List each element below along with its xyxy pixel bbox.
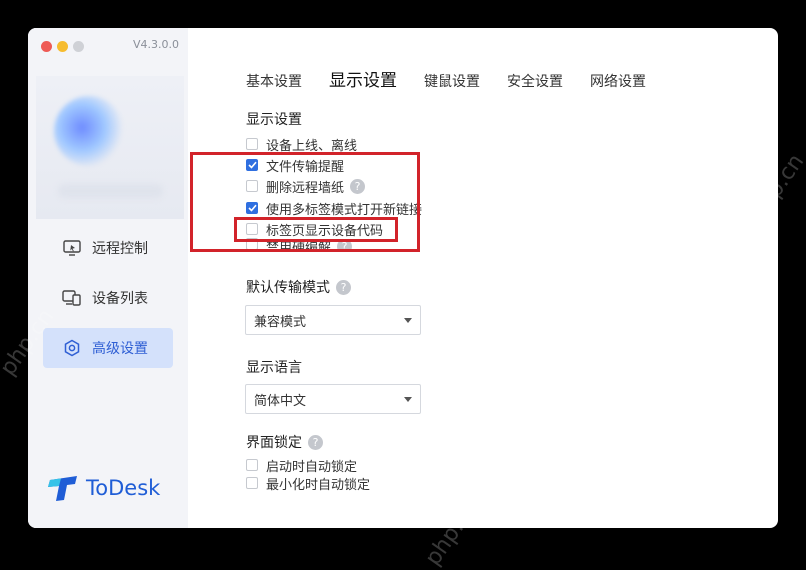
chevron-down-icon bbox=[404, 317, 412, 323]
settings-content: 基本设置 显示设置 键鼠设置 安全设置 网络设置 显示设置 设备上线、离线 文件… bbox=[188, 28, 778, 528]
zoom-window-button[interactable] bbox=[73, 41, 84, 52]
option-label: 使用多标签模式打开新链接 bbox=[266, 202, 423, 218]
tab-basic[interactable]: 基本设置 bbox=[246, 71, 302, 91]
language-value: 简体中文 bbox=[254, 393, 307, 409]
ui-lock-title: 界面锁定 bbox=[246, 435, 302, 451]
check-icon bbox=[247, 161, 257, 169]
chevron-down-icon bbox=[404, 396, 412, 402]
sidebar-item-remote-control[interactable]: 远程控制 bbox=[43, 228, 173, 268]
transfer-mode-value: 兼容模式 bbox=[254, 314, 307, 330]
checkbox-checked[interactable] bbox=[246, 159, 258, 171]
help-icon[interactable]: ? bbox=[336, 279, 351, 295]
avatar bbox=[54, 96, 124, 166]
checkbox[interactable] bbox=[246, 238, 258, 250]
option-label: 设备上线、离线 bbox=[266, 138, 358, 154]
sidebar-item-label: 高级设置 bbox=[92, 341, 148, 357]
sidebar: V4.3.0.0 远程控制 设备列表 高级设置 ToDesk bbox=[28, 28, 188, 528]
todesk-logo: ToDesk bbox=[47, 474, 160, 502]
account-panel[interactable] bbox=[36, 76, 184, 219]
option-remove-remote-wallpaper[interactable]: 删除远程墙纸 ? bbox=[246, 177, 366, 196]
logo-text: ToDesk bbox=[86, 476, 161, 500]
minimize-window-button[interactable] bbox=[57, 41, 68, 52]
help-icon[interactable]: ? bbox=[308, 434, 323, 450]
tab-keyboard-mouse[interactable]: 键鼠设置 bbox=[424, 71, 480, 91]
settings-icon bbox=[62, 338, 82, 358]
devices-icon bbox=[62, 288, 82, 308]
transfer-mode-title: 默认传输模式 bbox=[246, 280, 330, 296]
help-icon[interactable]: ? bbox=[337, 239, 353, 252]
option-label: 禁用硬编解 bbox=[266, 241, 332, 252]
tab-network[interactable]: 网络设置 bbox=[590, 71, 646, 91]
option-lock-on-minimize[interactable]: 最小化时自动锁定 bbox=[246, 474, 371, 493]
help-icon[interactable]: ? bbox=[350, 178, 366, 194]
option-multi-tab-mode[interactable]: 使用多标签模式打开新链接 bbox=[246, 199, 423, 218]
display-section-title: 显示设置 bbox=[246, 112, 302, 128]
checkbox[interactable] bbox=[246, 477, 258, 489]
window-controls bbox=[41, 41, 84, 52]
todesk-logo-icon bbox=[48, 476, 77, 501]
account-info-blurred bbox=[58, 184, 163, 198]
transfer-mode-section: 默认传输模式 ? bbox=[246, 277, 351, 297]
option-label: 文件传输提醒 bbox=[266, 159, 345, 175]
sidebar-item-advanced-settings[interactable]: 高级设置 bbox=[43, 328, 173, 368]
option-label: 最小化时自动锁定 bbox=[266, 477, 371, 493]
settings-tabs: 基本设置 显示设置 键鼠设置 安全设置 网络设置 bbox=[246, 66, 673, 91]
option-label: 启动时自动锁定 bbox=[266, 459, 358, 475]
checkbox[interactable] bbox=[246, 180, 258, 192]
option-show-device-code-in-tab[interactable]: 标签页显示设备代码 bbox=[246, 220, 384, 239]
option-label: 删除远程墙纸 bbox=[266, 180, 345, 196]
close-window-button[interactable] bbox=[41, 41, 52, 52]
tab-security[interactable]: 安全设置 bbox=[507, 71, 563, 91]
transfer-mode-select[interactable]: 兼容模式 bbox=[245, 305, 421, 335]
option-device-online-offline[interactable]: 设备上线、离线 bbox=[246, 135, 358, 154]
option-disable-hw-decoding[interactable]: 禁用硬编解 ? bbox=[246, 238, 353, 252]
check-icon bbox=[247, 204, 257, 212]
ui-lock-section: 界面锁定 ? bbox=[246, 432, 323, 452]
checkbox[interactable] bbox=[246, 138, 258, 150]
monitor-icon bbox=[62, 238, 82, 258]
option-label: 标签页显示设备代码 bbox=[266, 223, 384, 239]
option-lock-on-startup[interactable]: 启动时自动锁定 bbox=[246, 456, 358, 475]
language-title: 显示语言 bbox=[246, 360, 302, 376]
app-window: V4.3.0.0 远程控制 设备列表 高级设置 ToDesk 基本设置 显示设置… bbox=[28, 28, 778, 528]
checkbox-checked[interactable] bbox=[246, 202, 258, 214]
checkbox[interactable] bbox=[246, 223, 258, 235]
version-label: V4.3.0.0 bbox=[132, 38, 179, 51]
language-select[interactable]: 简体中文 bbox=[245, 384, 421, 414]
sidebar-item-label: 设备列表 bbox=[92, 291, 148, 307]
tab-display[interactable]: 显示设置 bbox=[329, 66, 397, 91]
sidebar-item-device-list[interactable]: 设备列表 bbox=[43, 278, 173, 318]
checkbox[interactable] bbox=[246, 459, 258, 471]
option-file-transfer-alert[interactable]: 文件传输提醒 bbox=[246, 156, 345, 175]
sidebar-item-label: 远程控制 bbox=[92, 241, 148, 257]
